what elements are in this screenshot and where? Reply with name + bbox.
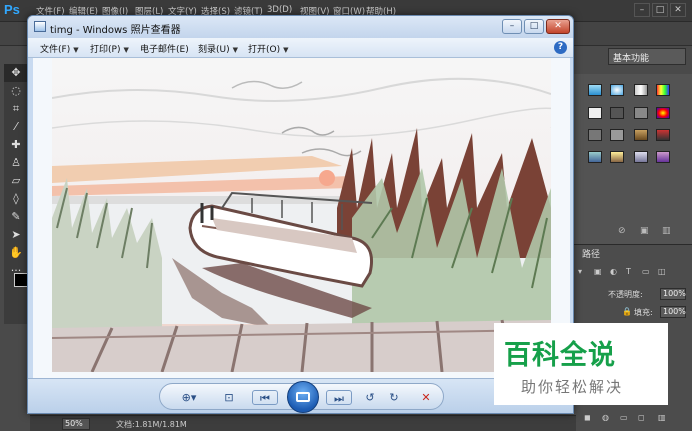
move-icon[interactable]: ✥ [4, 64, 28, 82]
photoshop-logo: Ps [4, 2, 20, 17]
viewer-menu-print[interactable]: 打印(P) ▼ [90, 42, 129, 55]
style-swatch[interactable] [656, 151, 670, 163]
crop-icon[interactable]: ⌗ [4, 100, 28, 118]
viewer-menu-email[interactable]: 电子邮件(E) [140, 42, 189, 55]
adjustment-icon[interactable]: ◍ [602, 413, 609, 422]
ps-maximize-button[interactable]: □ [652, 3, 668, 17]
style-swatch[interactable] [656, 129, 670, 141]
style-swatch[interactable] [588, 129, 602, 141]
fill-label: 填充: [634, 308, 653, 317]
filter-icon[interactable]: ▾ [578, 267, 582, 276]
viewer-title-bar[interactable]: timg - Windows 照片查看器 – □ ✕ [28, 16, 573, 38]
viewer-close-button[interactable]: ✕ [546, 19, 570, 34]
eyedropper-icon[interactable]: ⁄ [4, 118, 28, 136]
shape-filter-icon[interactable]: ▭ [642, 267, 650, 276]
zoom-icon[interactable]: ⊕▾ [178, 390, 200, 405]
style-swatch[interactable] [634, 107, 648, 119]
viewer-minimize-button[interactable]: – [502, 19, 522, 34]
watermark-title: 百科全说 [504, 340, 616, 371]
boat-photo-drawing [52, 58, 551, 372]
mask-icon[interactable]: ◼ [584, 413, 591, 422]
healing-icon[interactable]: ✚ [4, 136, 28, 154]
image-filter-icon[interactable]: ▣ [594, 267, 602, 276]
document-info: 文档:1.81M/1.81M [116, 420, 187, 429]
help-icon[interactable]: ? [554, 41, 567, 54]
previous-icon[interactable]: ⏮ [252, 390, 278, 405]
stamp-icon[interactable]: ♙ [4, 154, 28, 172]
bucket-icon[interactable]: ◊ [4, 190, 28, 208]
opacity-field[interactable]: 100% [660, 288, 686, 300]
smart-filter-icon[interactable]: ◫ [658, 267, 666, 276]
fill-field[interactable]: 100% [660, 306, 686, 318]
type-filter-icon[interactable]: T [626, 267, 631, 276]
viewer-menu-file[interactable]: 文件(F) ▼ [40, 42, 79, 55]
opacity-label: 不透明度: [608, 290, 643, 299]
viewer-menu-burn-label: 刻录(U) [198, 45, 230, 55]
viewer-title: timg - Windows 照片查看器 [50, 25, 181, 36]
style-swatch[interactable] [588, 84, 602, 96]
path-select-icon[interactable]: ➤ [4, 226, 28, 244]
viewer-menu-file-label: 文件(F) [40, 45, 71, 55]
style-swatch[interactable] [634, 151, 648, 163]
workspace-select[interactable]: 基本功能 [608, 48, 686, 65]
watermark-subtitle: 助你轻松解决 [521, 378, 624, 396]
style-swatch[interactable] [656, 84, 670, 96]
viewer-menu-burn[interactable]: 刻录(U) ▼ [198, 42, 238, 55]
viewer-maximize-button[interactable]: □ [524, 19, 544, 34]
hand-icon[interactable]: ✋ [4, 244, 28, 262]
viewer-menu-open[interactable]: 打开(O) ▼ [248, 42, 289, 55]
style-swatch[interactable] [634, 84, 648, 96]
style-swatch[interactable] [610, 151, 624, 163]
chevron-down-icon: ▼ [283, 46, 289, 54]
lasso-icon[interactable]: ◌ [4, 82, 28, 100]
style-swatch[interactable] [588, 151, 602, 163]
tab-paths[interactable]: 路径 [582, 247, 600, 260]
style-swatch[interactable] [656, 107, 670, 119]
photo-viewer-window: timg - Windows 照片查看器 – □ ✕ 文件(F) ▼ 打印(P) ▼… [27, 15, 574, 414]
photoshop-status-bar: 50% 文档:1.81M/1.81M [30, 415, 576, 431]
chevron-down-icon: ▼ [73, 46, 79, 54]
viewer-controls: ⊕▾ ⊡ ⏮ ⏭ ↺ ↻ ✕ [28, 378, 573, 413]
viewer-menu-print-label: 打印(P) [90, 45, 121, 55]
slideshow-icon [296, 392, 310, 402]
new-layer-icon[interactable]: ◻ [638, 413, 645, 422]
watermark-logo: 百科全说 助你轻松解决 [494, 323, 668, 405]
chevron-down-icon: ▼ [123, 46, 129, 54]
styles-panel: ⊘ ▣ ▥ [574, 74, 692, 244]
adjust-filter-icon[interactable]: ◐ [610, 267, 617, 276]
ps-close-button[interactable]: ✕ [670, 3, 686, 17]
new-style-icon[interactable]: ▣ [640, 226, 649, 236]
style-swatch[interactable] [610, 84, 624, 96]
boat-photo [52, 58, 551, 372]
zoom-field[interactable]: 50% [62, 418, 90, 430]
photo-viewer-app-icon [34, 21, 46, 32]
chevron-down-icon: ▼ [232, 46, 239, 54]
eraser-icon[interactable]: ▱ [4, 172, 28, 190]
rotate-right-icon[interactable]: ↻ [386, 390, 402, 405]
pen-icon[interactable]: ✎ [4, 208, 28, 226]
lock-icon[interactable]: 🔒 [622, 307, 632, 316]
next-icon[interactable]: ⏭ [326, 390, 352, 405]
viewer-canvas [33, 58, 570, 378]
style-swatch[interactable] [610, 107, 624, 119]
ps-minimize-button[interactable]: – [634, 3, 650, 17]
viewer-menubar: 文件(F) ▼ 打印(P) ▼ 电子邮件(E) 刻录(U) ▼ 打开(O) ▼ ? [28, 38, 573, 58]
slideshow-button[interactable] [287, 381, 319, 413]
foreground-color-swatch[interactable] [14, 273, 28, 287]
style-swatch[interactable] [634, 129, 648, 141]
style-swatch[interactable] [610, 129, 624, 141]
trash-icon[interactable]: ▥ [662, 226, 671, 236]
viewer-control-bar: ⊕▾ ⊡ ⏮ ⏭ ↺ ↻ ✕ [159, 381, 444, 413]
delete-icon[interactable]: ✕ [418, 390, 434, 405]
actual-size-icon[interactable]: ⊡ [220, 390, 238, 405]
no-style-icon[interactable]: ⊘ [618, 226, 626, 236]
rotate-left-icon[interactable]: ↺ [362, 390, 378, 405]
delete-layer-icon[interactable]: ▥ [658, 413, 666, 422]
folder-icon[interactable]: ▭ [620, 413, 628, 422]
style-swatch[interactable] [588, 107, 602, 119]
viewer-menu-open-label: 打开(O) [248, 45, 281, 55]
viewer-menu-email-label: 电子邮件(E) [140, 45, 189, 55]
